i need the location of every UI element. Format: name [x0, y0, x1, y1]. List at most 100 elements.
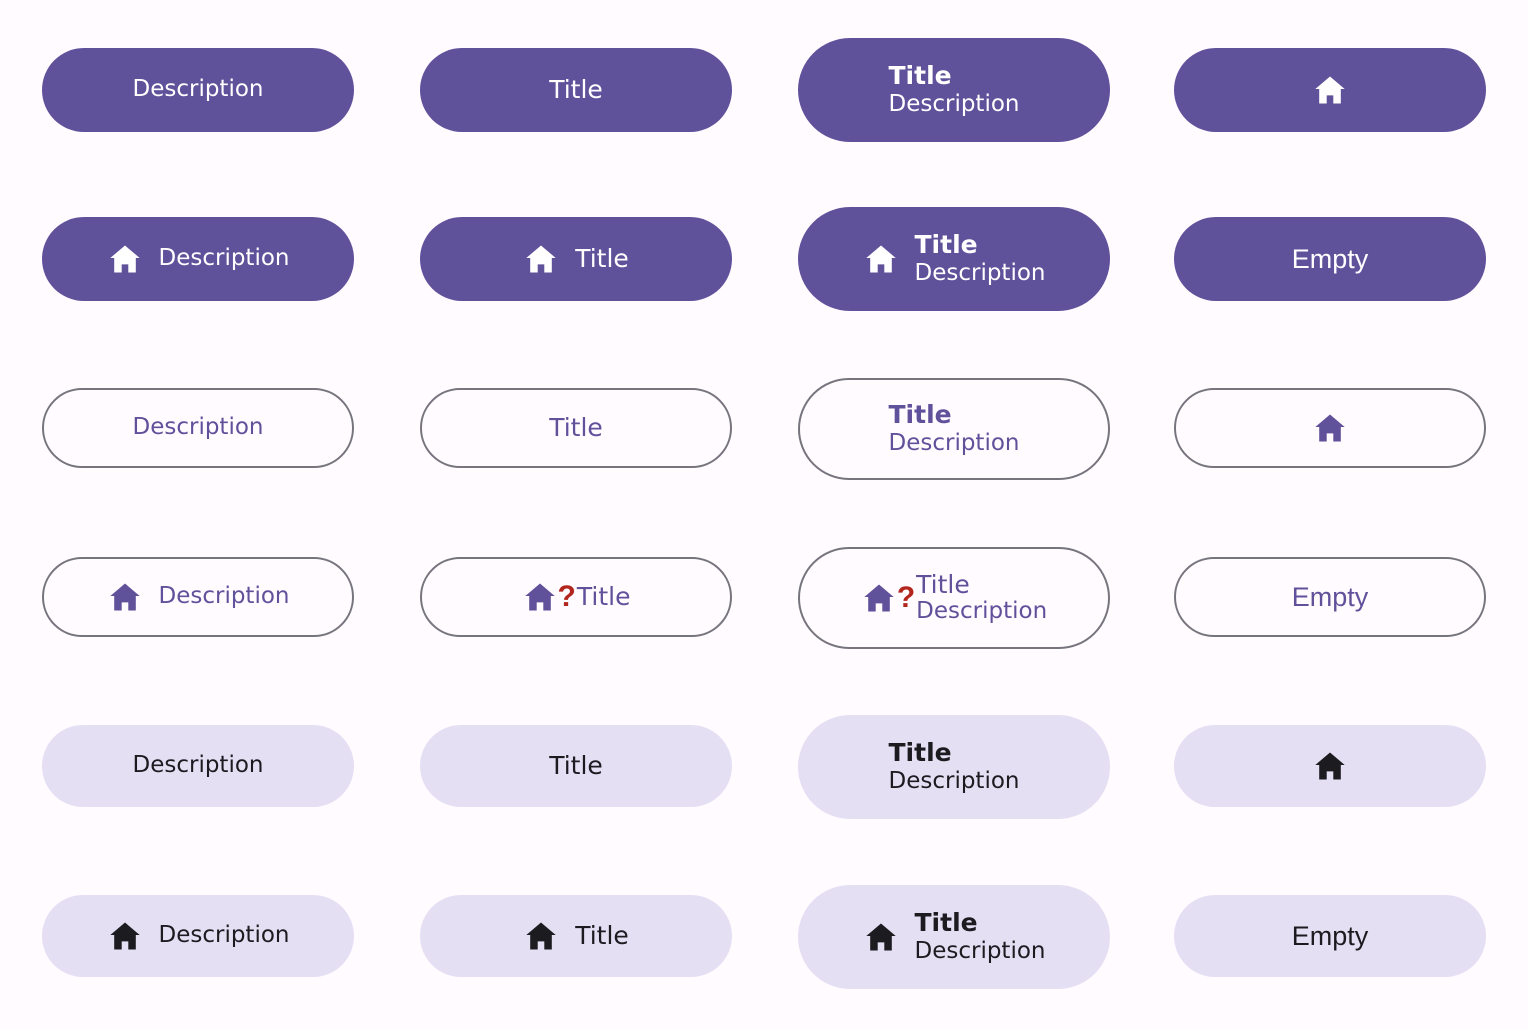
cell-r4c4: Empty — [1174, 557, 1486, 637]
button-tonal-icon-title[interactable]: Title — [420, 895, 732, 977]
cell-r3c3: Title Description — [798, 378, 1110, 480]
button-description: Description — [916, 598, 1048, 625]
button-description: Description — [914, 938, 1046, 965]
home-icon — [107, 579, 143, 615]
button-title: Title — [916, 570, 970, 600]
cell-r5c1: Description — [42, 725, 354, 807]
button-tonal-icon-description[interactable]: Description — [42, 895, 354, 977]
button-outlined-description[interactable]: Description — [42, 388, 354, 468]
button-empty-label: Empty — [1291, 581, 1369, 612]
label-block: Title — [577, 583, 631, 611]
button-description: Description — [914, 260, 1046, 287]
button-filled-title[interactable]: Title — [420, 48, 732, 132]
button-empty-label: Empty — [1291, 243, 1369, 274]
button-title: Title — [549, 75, 603, 104]
home-icon — [107, 918, 143, 954]
cell-r6c3: Title Description — [798, 885, 1110, 989]
button-description: Description — [158, 922, 290, 949]
button-tonal-icon-only[interactable] — [1174, 725, 1486, 807]
button-filled-icon-description[interactable]: Description — [42, 217, 354, 301]
button-tonal-title[interactable]: Title — [420, 725, 732, 807]
button-title: Title — [914, 230, 978, 260]
label-block: Description — [132, 752, 264, 779]
button-title: Title — [888, 61, 952, 91]
button-empty-label: Empty — [1291, 920, 1369, 951]
button-showcase-grid: Description Title Title Description Desc… — [0, 0, 1528, 1030]
cell-r6c2: Title — [420, 895, 732, 977]
cell-r5c3: Title Description — [798, 715, 1110, 819]
label-block: Title — [549, 76, 603, 104]
button-tonal-description[interactable]: Description — [42, 725, 354, 807]
button-title: Title — [549, 751, 603, 780]
button-description: Description — [888, 430, 1020, 457]
button-title: Title — [914, 908, 978, 938]
button-title: Title — [575, 244, 629, 273]
button-outlined-title[interactable]: Title — [420, 388, 732, 468]
cell-r2c2: Title — [420, 217, 732, 301]
home-icon — [523, 241, 559, 277]
button-description: Description — [132, 414, 264, 441]
label-block: Description — [158, 922, 290, 949]
label-block: Title Description — [915, 231, 1046, 287]
button-description: Description — [888, 91, 1020, 118]
home-icon — [522, 579, 558, 615]
cell-r3c2: Title — [420, 388, 732, 468]
button-description: Description — [158, 583, 290, 610]
button-outlined-icon-description[interactable]: Description — [42, 557, 354, 637]
cell-r1c3: Title Description — [798, 38, 1110, 142]
cell-r4c2: ? Title — [420, 557, 732, 637]
cell-r1c4 — [1174, 48, 1486, 132]
home-icon — [1312, 410, 1348, 446]
cell-r6c1: Description — [42, 895, 354, 977]
button-tonal-empty[interactable]: Empty — [1174, 895, 1486, 977]
label-block: Title — [549, 414, 603, 442]
label-block: Title — [549, 752, 603, 780]
button-description: Description — [158, 245, 290, 272]
label-block: Title Description — [916, 571, 1047, 625]
button-filled-title-description[interactable]: Title Description — [798, 38, 1110, 142]
button-description: Description — [888, 768, 1020, 795]
button-outlined-icon-only[interactable] — [1174, 388, 1486, 468]
home-icon — [107, 241, 143, 277]
cell-r5c4 — [1174, 725, 1486, 807]
home-icon — [523, 918, 559, 954]
home-icon — [1312, 72, 1348, 108]
button-description: Description — [132, 76, 264, 103]
missing-glyph-icon: ? — [896, 581, 916, 614]
cell-r2c3: Title Description — [798, 207, 1110, 311]
button-tonal-icon-title-description[interactable]: Title Description — [798, 885, 1110, 989]
button-outlined-title-description[interactable]: Title Description — [798, 378, 1110, 480]
cell-r4c1: Description — [42, 557, 354, 637]
button-filled-icon-only[interactable] — [1174, 48, 1486, 132]
button-filled-description[interactable]: Description — [42, 48, 354, 132]
missing-glyph-icon: ? — [557, 580, 576, 613]
home-icon — [863, 241, 899, 277]
home-icon — [863, 919, 899, 955]
button-title: Title — [888, 738, 952, 768]
label-block: Title Description — [889, 401, 1020, 457]
button-filled-icon-title[interactable]: Title — [420, 217, 732, 301]
button-filled-empty[interactable]: Empty — [1174, 217, 1486, 301]
home-icon — [861, 580, 897, 616]
button-title: Title — [549, 413, 603, 442]
cell-r6c4: Empty — [1174, 895, 1486, 977]
button-filled-icon-title-description[interactable]: Title Description — [798, 207, 1110, 311]
button-outlined-icon-title-description[interactable]: ? Title Description — [798, 547, 1110, 649]
cell-r2c1: Description — [42, 217, 354, 301]
label-block: Title Description — [889, 739, 1020, 795]
label-block: Description — [132, 414, 264, 441]
label-block: Description — [132, 76, 264, 103]
home-icon — [1312, 748, 1348, 784]
button-description: Description — [132, 752, 264, 779]
cell-r1c1: Description — [42, 48, 354, 132]
label-block: Title Description — [915, 909, 1046, 965]
button-outlined-empty[interactable]: Empty — [1174, 557, 1486, 637]
button-title: Title — [575, 921, 629, 950]
button-title: Title — [888, 400, 952, 430]
label-block: Title — [575, 922, 629, 950]
cell-r1c2: Title — [420, 48, 732, 132]
label-block: Title — [575, 245, 629, 273]
button-outlined-icon-title[interactable]: ? Title — [420, 557, 732, 637]
cell-r2c4: Empty — [1174, 217, 1486, 301]
button-tonal-title-description[interactable]: Title Description — [798, 715, 1110, 819]
